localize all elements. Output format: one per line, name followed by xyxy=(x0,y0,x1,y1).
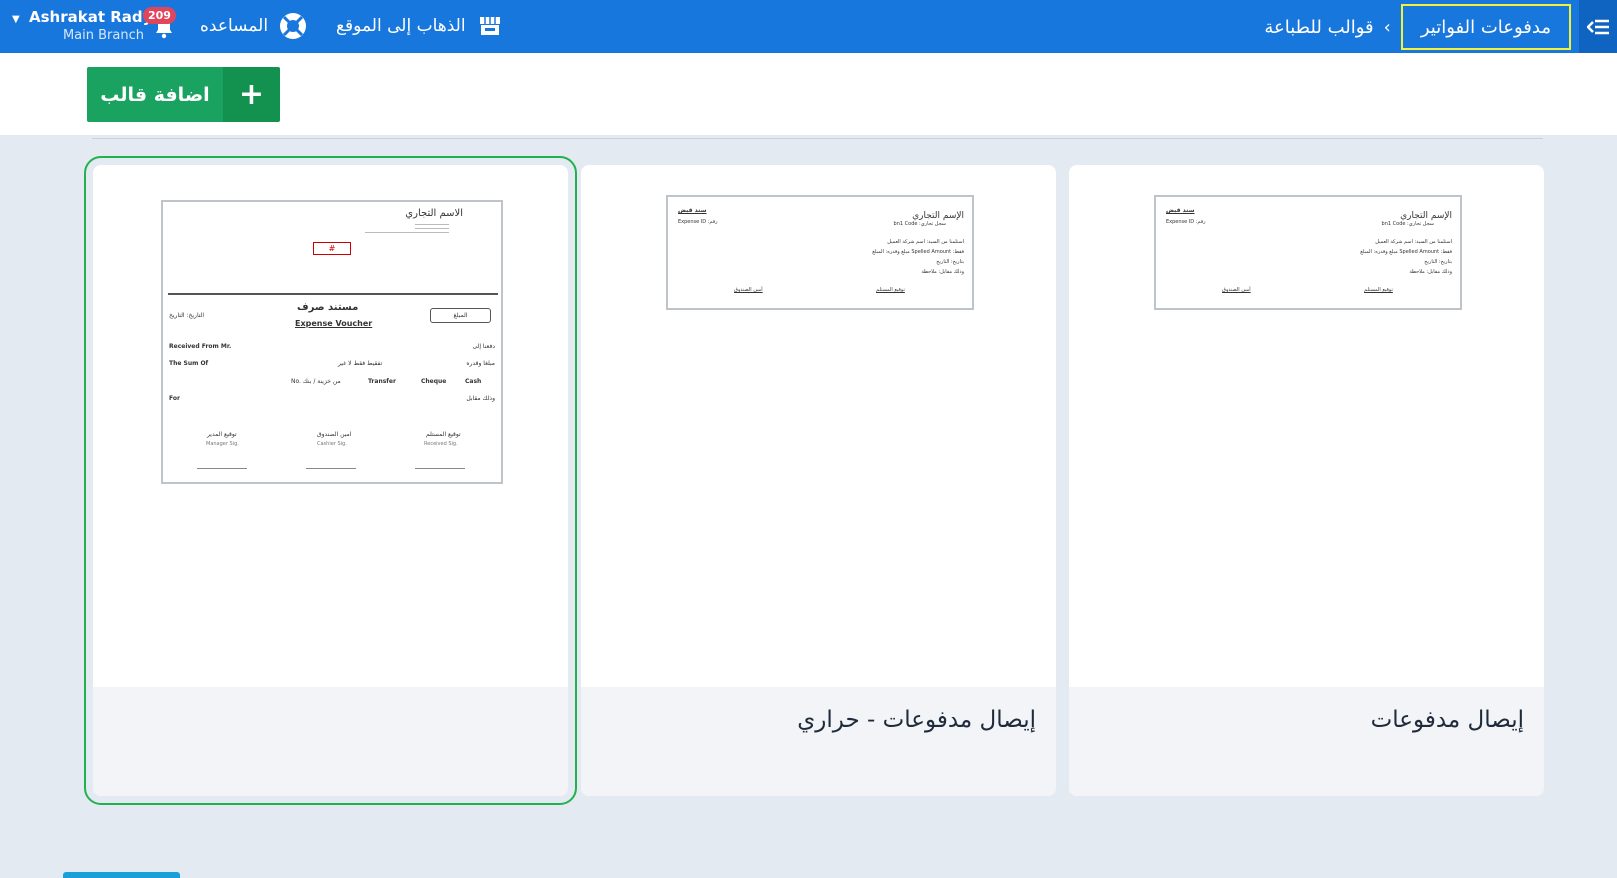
preview-date: بتاريخ: التاريخ xyxy=(936,259,964,265)
preview-line xyxy=(415,228,449,229)
preview-expense-id: Expense ID :رقم xyxy=(678,219,718,225)
preview-receipt-title: سند قبض xyxy=(1166,207,1195,214)
preview-no-label: No. من خزينة / بنك xyxy=(291,378,341,385)
user-name: Ashrakat Rady xyxy=(29,8,153,26)
preview-sig-right: توقيع المستلم xyxy=(876,287,905,293)
preview-sig-line xyxy=(306,468,356,469)
preview-sig-received-ar: توقيع المستلم xyxy=(426,431,461,438)
preview-bn-code: bn1 Code :سجل تجاري xyxy=(1381,221,1434,227)
preview-sum-ar: مبلغا وقدره xyxy=(466,360,495,367)
plus-icon: + xyxy=(223,67,280,122)
preview-number: # xyxy=(313,242,351,255)
preview-company: الإسم التجاري xyxy=(1400,211,1452,221)
help-label: المساعده xyxy=(200,16,269,36)
help-link[interactable]: المساعده xyxy=(200,10,308,42)
preview-expense-id: Expense ID :رقم xyxy=(1166,219,1206,225)
preview-sig-left: أمين الصندوق xyxy=(734,287,763,293)
preview-sig-manager-en: Manager Sig. xyxy=(206,441,239,447)
preview-sum-of: The Sum Of xyxy=(169,360,209,367)
preview-cash: Cash xyxy=(465,378,482,385)
preview-date: التاريخ: التاريخ xyxy=(169,312,205,319)
add-template-button[interactable]: اضافة قالب + xyxy=(87,67,280,122)
template-preview: الاسم التجاري # المبلغ مستند صرف Expense… xyxy=(161,200,503,484)
preview-receipt-title: سند قبض xyxy=(678,207,707,214)
preview-date: بتاريخ: التاريخ xyxy=(1424,259,1452,265)
preview-title-ar: مستند صرف xyxy=(297,302,359,313)
preview-amount: مبلغ وقدره: المبلغ Spelled Amount :فقط xyxy=(1360,249,1452,255)
branch-name: Main Branch xyxy=(62,28,144,43)
preview-received-from: استلمنا من السيد: اسم شركة العميل xyxy=(1375,239,1452,245)
preview-for: وذلك مقابل: ملاحظة xyxy=(921,269,964,275)
user-menu[interactable]: ▼ Ashrakat Rady Main Branch xyxy=(12,6,152,46)
preview-transfer: Transfer xyxy=(368,378,396,385)
chevron-left-icon: ‹ xyxy=(1383,16,1391,38)
preview-received-from: استلمنا من السيد: اسم شركة العميل xyxy=(887,239,964,245)
preview-title-en: Expense Voucher xyxy=(295,319,373,328)
breadcrumb-parent[interactable]: قوالب للطباعة xyxy=(1264,17,1373,38)
divider xyxy=(92,138,1543,139)
preview-sig-manager-ar: توقيع المدير xyxy=(207,431,237,438)
preview-sig-right: توقيع المستلم xyxy=(1364,287,1393,293)
action-bar: اضافة قالب + xyxy=(0,53,1617,135)
preview-for: وذلك مقابل: ملاحظة xyxy=(1409,269,1452,275)
lifebuoy-icon xyxy=(280,13,307,39)
store-icon xyxy=(479,17,500,35)
template-preview: الإسم التجاري سند قبض Expense ID :رقم bn… xyxy=(1154,195,1462,310)
template-card-footer: إيصال مدفوعات - حراري xyxy=(581,687,1056,796)
preview-line xyxy=(415,224,449,225)
menu-arrow-icon xyxy=(1587,19,1609,34)
preview-line xyxy=(365,232,449,233)
preview-company: الاسم التجاري xyxy=(405,208,463,219)
preview-amount-box: المبلغ xyxy=(430,308,491,323)
bottom-partial-button[interactable] xyxy=(63,872,180,878)
template-card[interactable]: الإسم التجاري سند قبض Expense ID :رقم bn… xyxy=(1069,165,1544,796)
preview-spelled: تفقيط فقط لا غير xyxy=(338,360,383,367)
template-preview: الإسم التجاري سند قبض Expense ID :رقم bn… xyxy=(666,195,974,310)
breadcrumb-current: مدفوعات الفواتير xyxy=(1400,4,1571,50)
preview-paid-to: دفعنا إلى xyxy=(472,343,495,350)
preview-divider xyxy=(168,293,498,295)
preview-amount: مبلغ وقدره: المبلغ Spelled Amount :فقط xyxy=(872,249,964,255)
preview-received-from: Received From Mr. xyxy=(169,343,232,350)
preview-sig-left: أمين الصندوق xyxy=(1222,287,1251,293)
preview-bn-code: bn1 Code :سجل تجاري xyxy=(893,221,946,227)
preview-sig-line xyxy=(197,468,247,469)
goto-site-link[interactable]: الذهاب إلى الموقع xyxy=(336,10,502,42)
template-card[interactable]: الإسم التجاري سند قبض Expense ID :رقم bn… xyxy=(581,165,1056,796)
notifications-badge: 209 xyxy=(143,7,176,24)
preview-for-ar: وذلك مقابل xyxy=(466,395,495,402)
preview-sig-line xyxy=(415,468,465,469)
preview-company: الإسم التجاري xyxy=(912,211,964,221)
preview-sig-received-en: Received Sig. xyxy=(424,441,458,447)
preview-for-en: For xyxy=(169,395,180,402)
template-title: إيصال مدفوعات xyxy=(1370,707,1524,733)
template-card-footer: إيصال مدفوعات xyxy=(1069,687,1544,796)
template-card-footer xyxy=(93,687,568,796)
caret-down-icon: ▼ xyxy=(12,14,20,25)
menu-toggle-button[interactable] xyxy=(1579,0,1617,53)
goto-site-label: الذهاب إلى الموقع xyxy=(336,16,466,36)
top-navbar: ▼ Ashrakat Rady Main Branch 209 المساعده… xyxy=(0,0,1617,53)
add-template-label: اضافة قالب xyxy=(87,67,223,122)
preview-sig-cashier-ar: امين الصندوق xyxy=(317,431,352,438)
preview-sig-cashier-en: Cashier Sig. xyxy=(317,441,347,447)
template-card[interactable]: الاسم التجاري # المبلغ مستند صرف Expense… xyxy=(84,156,577,805)
template-title: إيصال مدفوعات - حراري xyxy=(797,707,1036,733)
breadcrumb: قوالب للطباعة ‹ مدفوعات الفواتير xyxy=(1264,4,1571,50)
preview-cheque: Cheque xyxy=(421,378,447,385)
